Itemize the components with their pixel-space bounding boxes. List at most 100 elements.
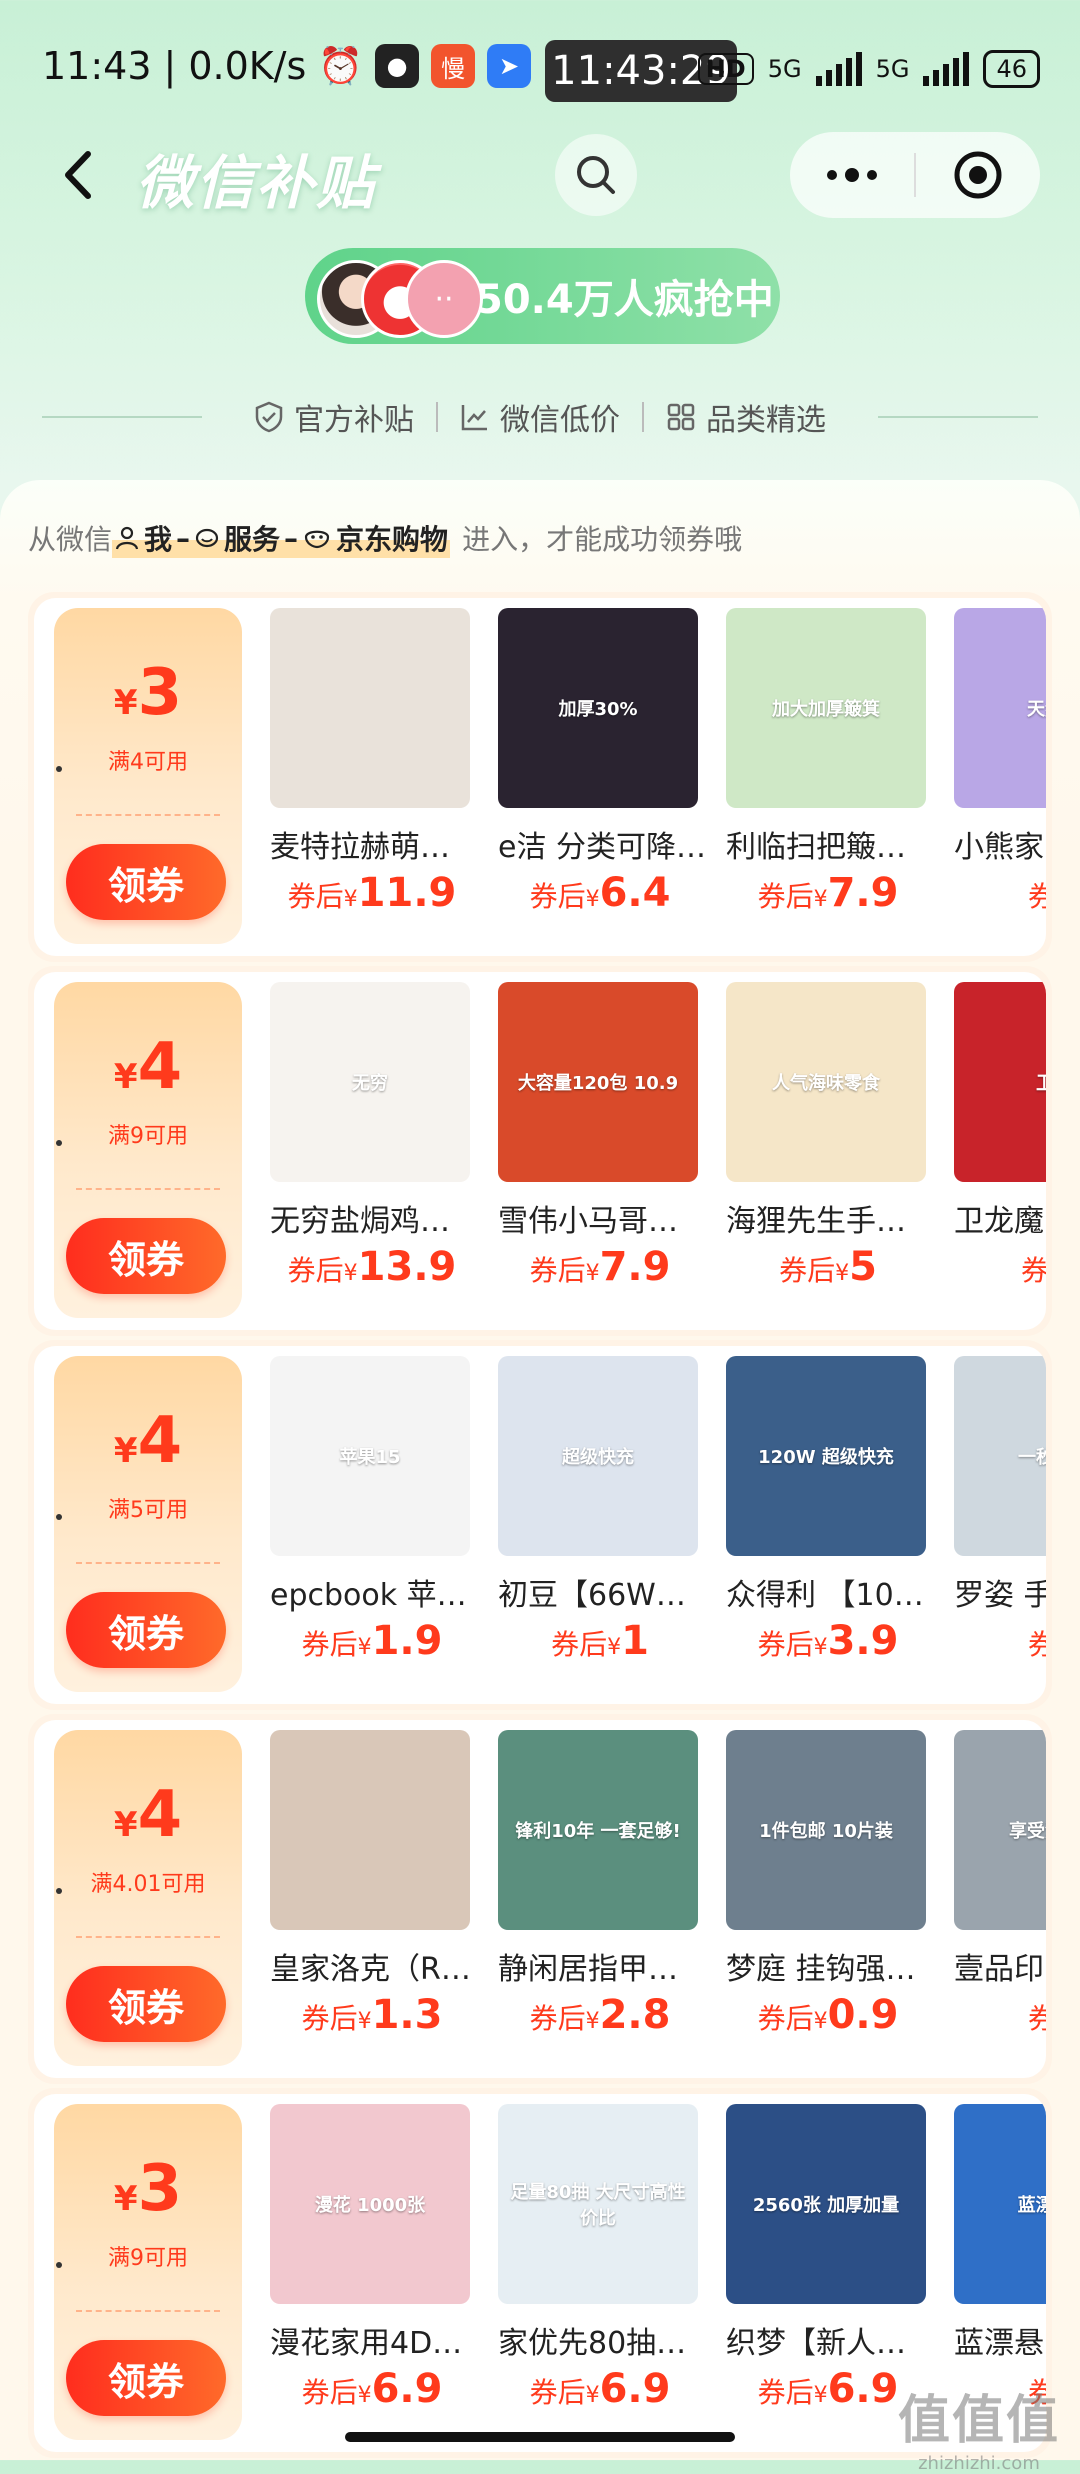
ticket-divider — [76, 2310, 220, 2312]
currency-symbol: ¥ — [585, 2383, 600, 2408]
price-label: 券后 — [529, 880, 586, 913]
claim-coupon-button[interactable]: 领券 — [66, 1592, 226, 1668]
claim-coupon-button[interactable]: 领券 — [66, 1966, 226, 2042]
product-price: 券后¥3.9 — [720, 1618, 936, 1664]
coupon-card: ¥4 满4.01可用 领券 皇家洛克（R… 券后¥1.3 锋利10年 一套足够! — [34, 1720, 1046, 2078]
hd-badge: HD — [697, 53, 754, 85]
close-miniprogram-button[interactable] — [916, 132, 1040, 218]
product-card[interactable]: 超级快充 初豆【66W… 券后¥1 — [492, 1346, 708, 1704]
price-label: 券后 — [301, 1628, 358, 1661]
product-image-caption: 苹果15 — [339, 1447, 401, 1468]
price-value: 6.4 — [599, 870, 671, 916]
product-card[interactable]: 苹果15 epcbook 苹… 券后¥1.9 — [264, 1346, 480, 1704]
product-price: 券后 — [948, 1618, 1046, 1664]
signal-icon-2 — [923, 52, 970, 86]
product-card[interactable]: 漫花 1000张 漫花家用4D… 券后¥6.9 — [264, 2094, 480, 2452]
product-scroller[interactable]: 苹果15 epcbook 苹… 券后¥1.9 超级快充 初豆【66W… 券后¥1… — [256, 1346, 1046, 1704]
price-value: 11.9 — [357, 870, 457, 916]
product-name: 皇家洛克（R… — [270, 1952, 471, 1987]
product-image-caption: 享受酒店沐 — [1009, 1821, 1046, 1842]
currency-symbol: ¥ — [813, 887, 828, 912]
currency-symbol: ¥ — [585, 887, 600, 912]
product-scroller[interactable]: 皇家洛克（R… 券后¥1.3 锋利10年 一套足够! 静闲居指甲… 券后¥2.8… — [256, 1720, 1046, 2078]
product-card[interactable]: 麦特拉赫萌… 券后¥11.9 — [264, 598, 480, 956]
product-image: 无穷 — [270, 982, 470, 1182]
claim-coupon-button[interactable]: 领券 — [66, 2340, 226, 2416]
service-icon — [195, 528, 219, 548]
back-button[interactable] — [50, 140, 110, 210]
search-button[interactable] — [555, 134, 637, 216]
price-label: 券后 — [757, 880, 814, 913]
feature-wechat-low-price: 微信低价 — [438, 395, 642, 439]
product-image: 蓝漂 3层 — [954, 2104, 1046, 2304]
ticket-divider — [76, 1562, 220, 1564]
product-name: 利临扫把簸… — [726, 830, 906, 865]
product-image: 享受酒店沐 — [954, 1730, 1046, 1930]
product-image: 1件包邮 10片装 — [726, 1730, 926, 1930]
product-card[interactable]: 锋利10年 一套足够! 静闲居指甲… 券后¥2.8 — [492, 1720, 708, 2078]
coupon-ticket: ¥4 满4.01可用 领券 — [54, 1730, 242, 2066]
notice-me: 我 — [144, 523, 173, 556]
product-card[interactable]: 1件包邮 10片装 梦庭 挂钩强… 券后¥0.9 — [720, 1720, 936, 2078]
coupon-condition: 满9可用 — [108, 1124, 188, 1149]
product-scroller[interactable]: 无穷 无穷盐焗鸡… 券后¥13.9 大容量120包 10.9 雪伟小马哥… 券后… — [256, 972, 1046, 1330]
feature-official-subsidy: 官方补贴 — [232, 395, 436, 439]
product-price: 券后 — [948, 870, 1046, 916]
product-card[interactable]: 无穷 无穷盐焗鸡… 券后¥13.9 — [264, 972, 480, 1330]
home-indicator[interactable] — [345, 2432, 735, 2442]
product-price: 券后¥2.8 — [492, 1992, 708, 2038]
product-card[interactable]: 足量80抽 大尺寸高性价比 家优先80抽… 券后¥6.9 — [492, 2094, 708, 2452]
product-card[interactable]: 120W 超级快充 众得利 【10… 券后¥3.9 — [720, 1346, 936, 1704]
product-price: 券后¥6.9 — [492, 2366, 708, 2412]
price-value: 6.9 — [371, 2366, 443, 2412]
product-card[interactable]: 一秒折叠 罗姿 手 券后 — [948, 1346, 1046, 1704]
clock-time: 11:43 — [42, 44, 152, 88]
product-image: 大容量120包 10.9 — [498, 982, 698, 1182]
more-button[interactable] — [790, 132, 914, 218]
coupon-ticket: ¥4 满9可用 领券 — [54, 982, 242, 1318]
product-name: 漫花家用4D… — [270, 2326, 463, 2361]
product-card[interactable]: 皇家洛克（R… 券后¥1.3 — [264, 1720, 480, 2078]
product-image-caption: 锋利10年 一套足够! — [515, 1821, 681, 1842]
claim-coupon-button[interactable]: 领券 — [66, 844, 226, 920]
coupon-row: ¥4 满9可用 领券 无穷 无穷盐焗鸡… 券后¥13.9 大容量120包 10.… — [28, 966, 1052, 1336]
product-image — [270, 1730, 470, 1930]
product-image-caption: 2560张 加厚加量 — [752, 2195, 900, 2216]
miniprogram-capsule — [790, 132, 1040, 218]
status-divider: | — [163, 44, 177, 88]
product-price: 券后 — [948, 1992, 1046, 2038]
feature-label: 品类精选 — [706, 403, 826, 438]
product-price: 券后¥7.9 — [492, 1244, 708, 1290]
feature-strip: 官方补贴 微信低价 品类精选 — [0, 392, 1080, 442]
product-card[interactable]: 加大加厚簸箕 利临扫把簸… 券后¥7.9 — [720, 598, 936, 956]
product-image-caption: 1件包邮 10片装 — [759, 1821, 893, 1842]
price-value: 6.9 — [827, 2366, 899, 2412]
avatar-stack: ·· — [305, 248, 483, 344]
ticket-divider — [76, 1936, 220, 1938]
product-card[interactable]: 享受酒店沐 壹品印 券后 — [948, 1720, 1046, 2078]
product-card[interactable]: 天然植 小熊家 券后 — [948, 598, 1046, 956]
product-price: 券后¥6.4 — [492, 870, 708, 916]
notice-path: 我 – 服务 – 京东购物 — [112, 518, 451, 558]
price-value: 6.9 — [599, 2366, 671, 2412]
product-scroller[interactable]: 麦特拉赫萌… 券后¥11.9 加厚30% e洁 分类可降… 券后¥6.4 加大加… — [256, 598, 1046, 956]
product-image-caption: 人气海味零食 — [772, 1073, 880, 1094]
price-value: 7.9 — [599, 1244, 671, 1290]
product-image-caption: 加大加厚簸箕 — [772, 699, 880, 720]
currency-symbol: ¥ — [835, 1261, 850, 1286]
currency-symbol: ¥ — [113, 1805, 138, 1845]
currency-symbol: ¥ — [343, 1261, 358, 1286]
product-card[interactable]: 卫龙 卫龙魔 券后¥ — [948, 972, 1046, 1330]
product-price: 券后¥11.9 — [264, 870, 480, 916]
app-icon-man: 慢 — [431, 44, 476, 88]
price-value: 1 — [621, 1618, 649, 1664]
product-card[interactable]: 人气海味零食 海狸先生手… 券后¥5 — [720, 972, 936, 1330]
divider-line — [42, 416, 202, 418]
battery-level: 46 — [996, 55, 1027, 83]
product-card[interactable]: 加厚30% e洁 分类可降… 券后¥6.4 — [492, 598, 708, 956]
product-name: 罗姿 手 — [954, 1578, 1046, 1613]
product-card[interactable]: 大容量120包 10.9 雪伟小马哥… 券后¥7.9 — [492, 972, 708, 1330]
price-label: 券后 — [287, 880, 344, 913]
price-value: 3.9 — [827, 1618, 899, 1664]
claim-coupon-button[interactable]: 领券 — [66, 1218, 226, 1294]
